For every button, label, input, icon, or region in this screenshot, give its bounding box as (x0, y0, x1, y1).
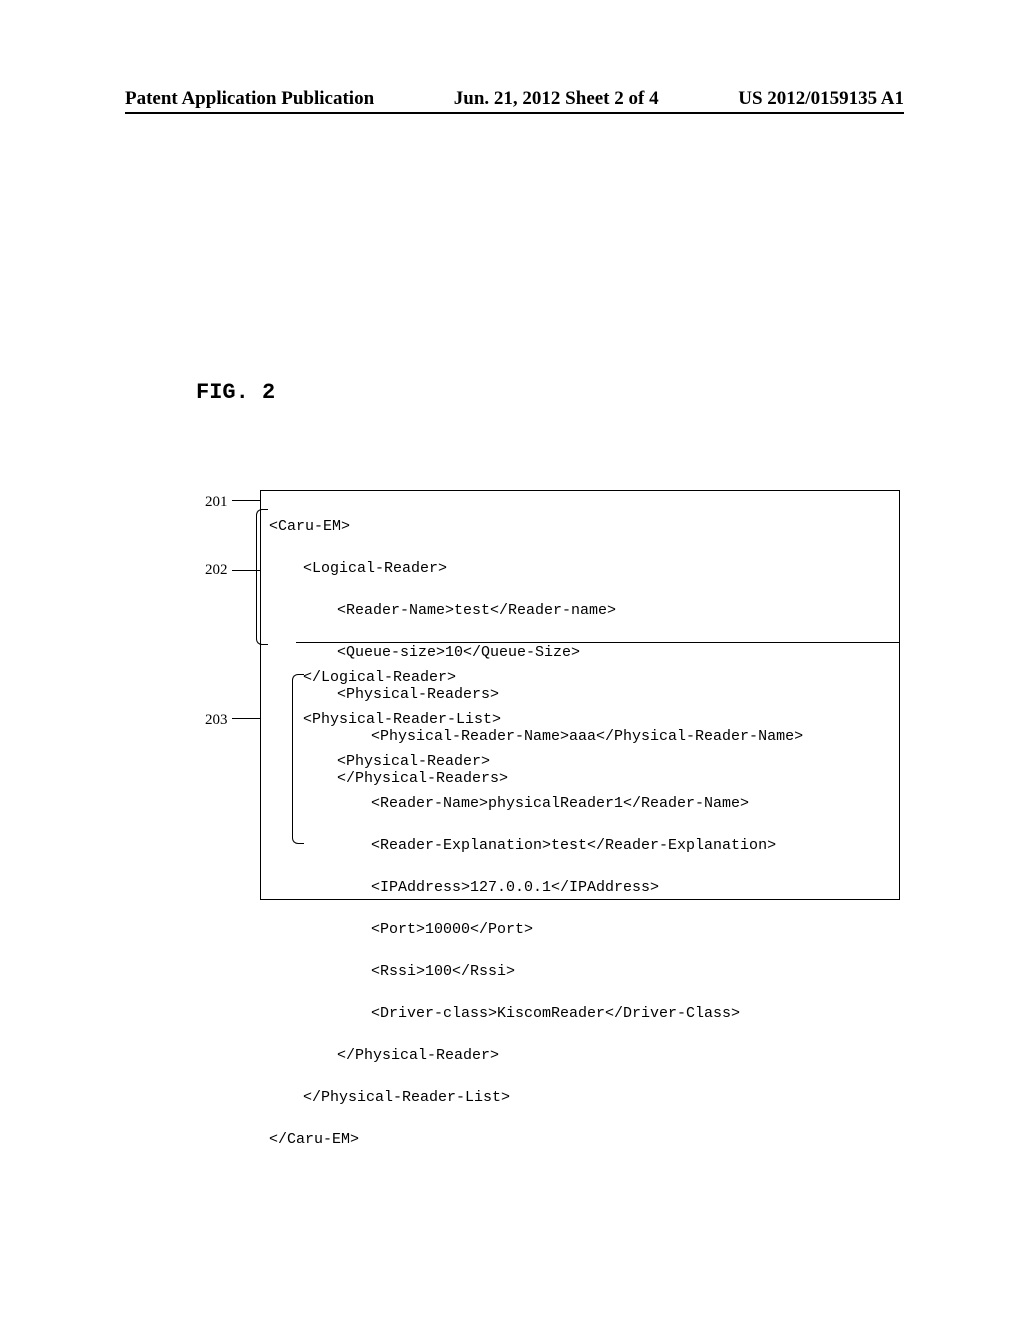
reference-numeral-203: 203 (205, 712, 228, 729)
reference-numeral-202: 202 (205, 562, 228, 579)
code-line: <Physical-Reader-List> (269, 709, 891, 730)
code-line: <Reader-Name>test</Reader-name> (269, 600, 891, 621)
code-line: </Physical-Reader> (269, 1045, 891, 1066)
code-line: </Logical-Reader> (269, 667, 891, 688)
code-line: <Port>10000</Port> (269, 919, 891, 940)
code-line: <Logical-Reader> (269, 558, 891, 579)
xml-code-box-top: <Caru-EM> <Logical-Reader> <Reader-Name>… (260, 490, 900, 642)
leader-line-203 (232, 718, 260, 719)
code-line: </Caru-EM> (269, 1129, 891, 1150)
page-header: Patent Application Publication Jun. 21, … (0, 88, 1024, 110)
code-line: <Reader-Explanation>test</Reader-Explana… (269, 835, 891, 856)
reference-numeral-201: 201 (205, 494, 228, 511)
xml-code-box-bottom: </Logical-Reader> <Physical-Reader-List>… (260, 642, 900, 900)
code-line: <Reader-Name>physicalReader1</Reader-Nam… (269, 793, 891, 814)
figure-label: FIG. 2 (196, 380, 275, 405)
code-line: <Physical-Reader> (269, 751, 891, 772)
code-line: <Rssi>100</Rssi> (269, 961, 891, 982)
header-rule (125, 112, 904, 114)
header-center: Jun. 21, 2012 Sheet 2 of 4 (454, 88, 659, 110)
code-line: <IPAddress>127.0.0.1</IPAddress> (269, 877, 891, 898)
leader-line-201 (232, 500, 260, 501)
header-left: Patent Application Publication (125, 88, 374, 110)
code-line: <Driver-class>KiscomReader</Driver-Class… (269, 1003, 891, 1024)
header-right: US 2012/0159135 A1 (738, 88, 904, 110)
code-line: </Physical-Reader-List> (269, 1087, 891, 1108)
code-line: <Caru-EM> (269, 516, 891, 537)
